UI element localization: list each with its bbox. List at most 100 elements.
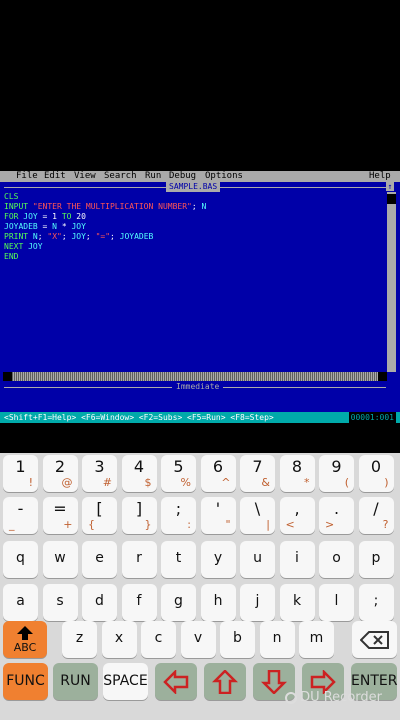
key-2-5[interactable]: ' " <box>200 497 236 534</box>
key-label: c <box>154 630 163 646</box>
code-token: NEXT <box>4 242 29 251</box>
key-x[interactable]: x <box>101 621 137 658</box>
menu-run[interactable]: Run <box>143 171 163 182</box>
key-u[interactable]: u <box>240 541 275 578</box>
key-2-1[interactable]: = + <box>42 497 78 534</box>
key-;[interactable]: ; <box>358 584 394 621</box>
key-f[interactable]: f <box>121 584 157 621</box>
menu-file[interactable]: File <box>14 171 40 182</box>
key-label: 0 <box>370 457 382 476</box>
code-editor[interactable]: CLS INPUT "ENTER THE MULTIPLICATION NUMBE… <box>4 192 384 370</box>
immediate-label: Immediate <box>172 382 224 392</box>
key-label: o <box>332 550 341 566</box>
code-token: ; <box>110 232 120 241</box>
key-d[interactable]: d <box>82 584 117 621</box>
key-alt-label: * <box>304 476 310 489</box>
key-1-0[interactable]: 1! <box>3 455 38 492</box>
key-alt-label: > <box>325 518 335 531</box>
arrow-left-key[interactable] <box>155 663 197 700</box>
key-alt-label: | <box>266 518 270 531</box>
key-2-7[interactable]: , < <box>279 497 315 534</box>
key-label: k <box>292 593 302 609</box>
shift-key[interactable]: ABC <box>3 621 47 658</box>
run-key[interactable]: RUN <box>53 663 98 700</box>
key-1-1[interactable]: 2 @ <box>42 455 78 492</box>
key-e[interactable]: e <box>82 541 117 578</box>
menu-edit[interactable]: Edit <box>42 171 68 182</box>
key-2-8[interactable]: . > <box>319 497 354 534</box>
code-line[interactable]: PRINT N; "X"; JOY; "="; JOYADEB <box>4 232 384 242</box>
code-token: ; <box>37 232 48 241</box>
code-line[interactable]: END <box>4 252 384 262</box>
key-t[interactable]: t <box>161 541 196 578</box>
key-z[interactable]: z <box>62 621 97 658</box>
vertical-scrollbar[interactable] <box>387 192 396 372</box>
menu-help[interactable]: Help <box>367 171 393 182</box>
space-key[interactable]: SPACE <box>103 663 148 700</box>
menu-debug[interactable]: Debug <box>167 171 198 182</box>
backspace-key[interactable] <box>352 621 397 658</box>
key-label: y <box>213 550 223 566</box>
key-g[interactable]: g <box>161 584 196 621</box>
scroll-left-icon[interactable] <box>3 372 12 381</box>
code-line[interactable]: INPUT "ENTER THE MULTIPLICATION NUMBER";… <box>4 202 384 212</box>
key-n[interactable]: n <box>259 621 295 658</box>
code-line[interactable]: FOR JOY = 1 TO 20 <box>4 212 384 222</box>
func-key[interactable]: FUNC <box>3 663 48 700</box>
scroll-thumb[interactable] <box>387 194 396 204</box>
key-alt-label: _ <box>9 518 15 531</box>
key-y[interactable]: y <box>200 541 236 578</box>
key-p[interactable]: p <box>358 541 394 578</box>
key-s[interactable]: s <box>42 584 78 621</box>
key-j[interactable]: j <box>240 584 275 621</box>
code-token: TO <box>57 212 77 221</box>
key-v[interactable]: v <box>180 621 216 658</box>
key-label: [ <box>96 499 103 518</box>
key-1-6[interactable]: 7 & <box>240 455 275 492</box>
key-2-6[interactable]: \ | <box>240 497 275 534</box>
menu-search[interactable]: Search <box>102 171 139 182</box>
key-c[interactable]: c <box>141 621 176 658</box>
qbasic-window: File Edit View Search Run Debug Options … <box>0 171 400 423</box>
key-label: u <box>253 550 262 566</box>
key-label: FUNC <box>6 673 45 689</box>
key-a[interactable]: a <box>3 584 38 621</box>
code-token: "ENTER THE MULTIPLICATION NUMBER" <box>32 202 192 211</box>
key-2-9[interactable]: /? <box>358 497 394 534</box>
key-1-4[interactable]: 5% <box>161 455 196 492</box>
code-token: ; <box>85 232 96 241</box>
key-m[interactable]: m <box>299 621 334 658</box>
maximize-icon[interactable]: ↑ <box>386 182 394 191</box>
status-hint: <Shift+F1=Help> <F6=Window> <F2=Subs> <F… <box>4 413 274 422</box>
code-line[interactable]: CLS <box>4 192 384 202</box>
menu-view[interactable]: View <box>72 171 98 182</box>
key-k[interactable]: k <box>279 584 315 621</box>
key-2-0[interactable]: - _ <box>3 497 38 534</box>
arrow-up-key[interactable] <box>204 663 246 700</box>
horizontal-scrollbar[interactable] <box>3 372 387 381</box>
key-i[interactable]: i <box>279 541 315 578</box>
scroll-right-icon[interactable] <box>378 372 387 381</box>
key-w[interactable]: w <box>42 541 78 578</box>
key-1-3[interactable]: 4 $ <box>121 455 157 492</box>
key-label: l <box>334 593 339 609</box>
key-r[interactable]: r <box>121 541 157 578</box>
menu-options[interactable]: Options <box>203 171 245 182</box>
key-o[interactable]: o <box>319 541 354 578</box>
key-label: = <box>53 499 67 518</box>
key-2-3[interactable]: ]} <box>121 497 157 534</box>
key-h[interactable]: h <box>200 584 236 621</box>
key-l[interactable]: l <box>319 584 354 621</box>
key-b[interactable]: b <box>220 621 255 658</box>
key-1-7[interactable]: 8 * <box>279 455 315 492</box>
code-token: N <box>201 202 207 211</box>
key-2-4[interactable]: ;: <box>161 497 196 534</box>
key-q[interactable]: q <box>3 541 38 578</box>
code-line[interactable]: NEXT JOY <box>4 242 384 252</box>
key-1-5[interactable]: 6 ^ <box>200 455 236 492</box>
code-line[interactable]: JOYADEB = N * JOY <box>4 222 384 232</box>
key-1-2[interactable]: 3 # <box>82 455 117 492</box>
key-1-9[interactable]: 0) <box>358 455 394 492</box>
key-1-8[interactable]: 9( <box>319 455 354 492</box>
key-2-2[interactable]: [{ <box>82 497 117 534</box>
